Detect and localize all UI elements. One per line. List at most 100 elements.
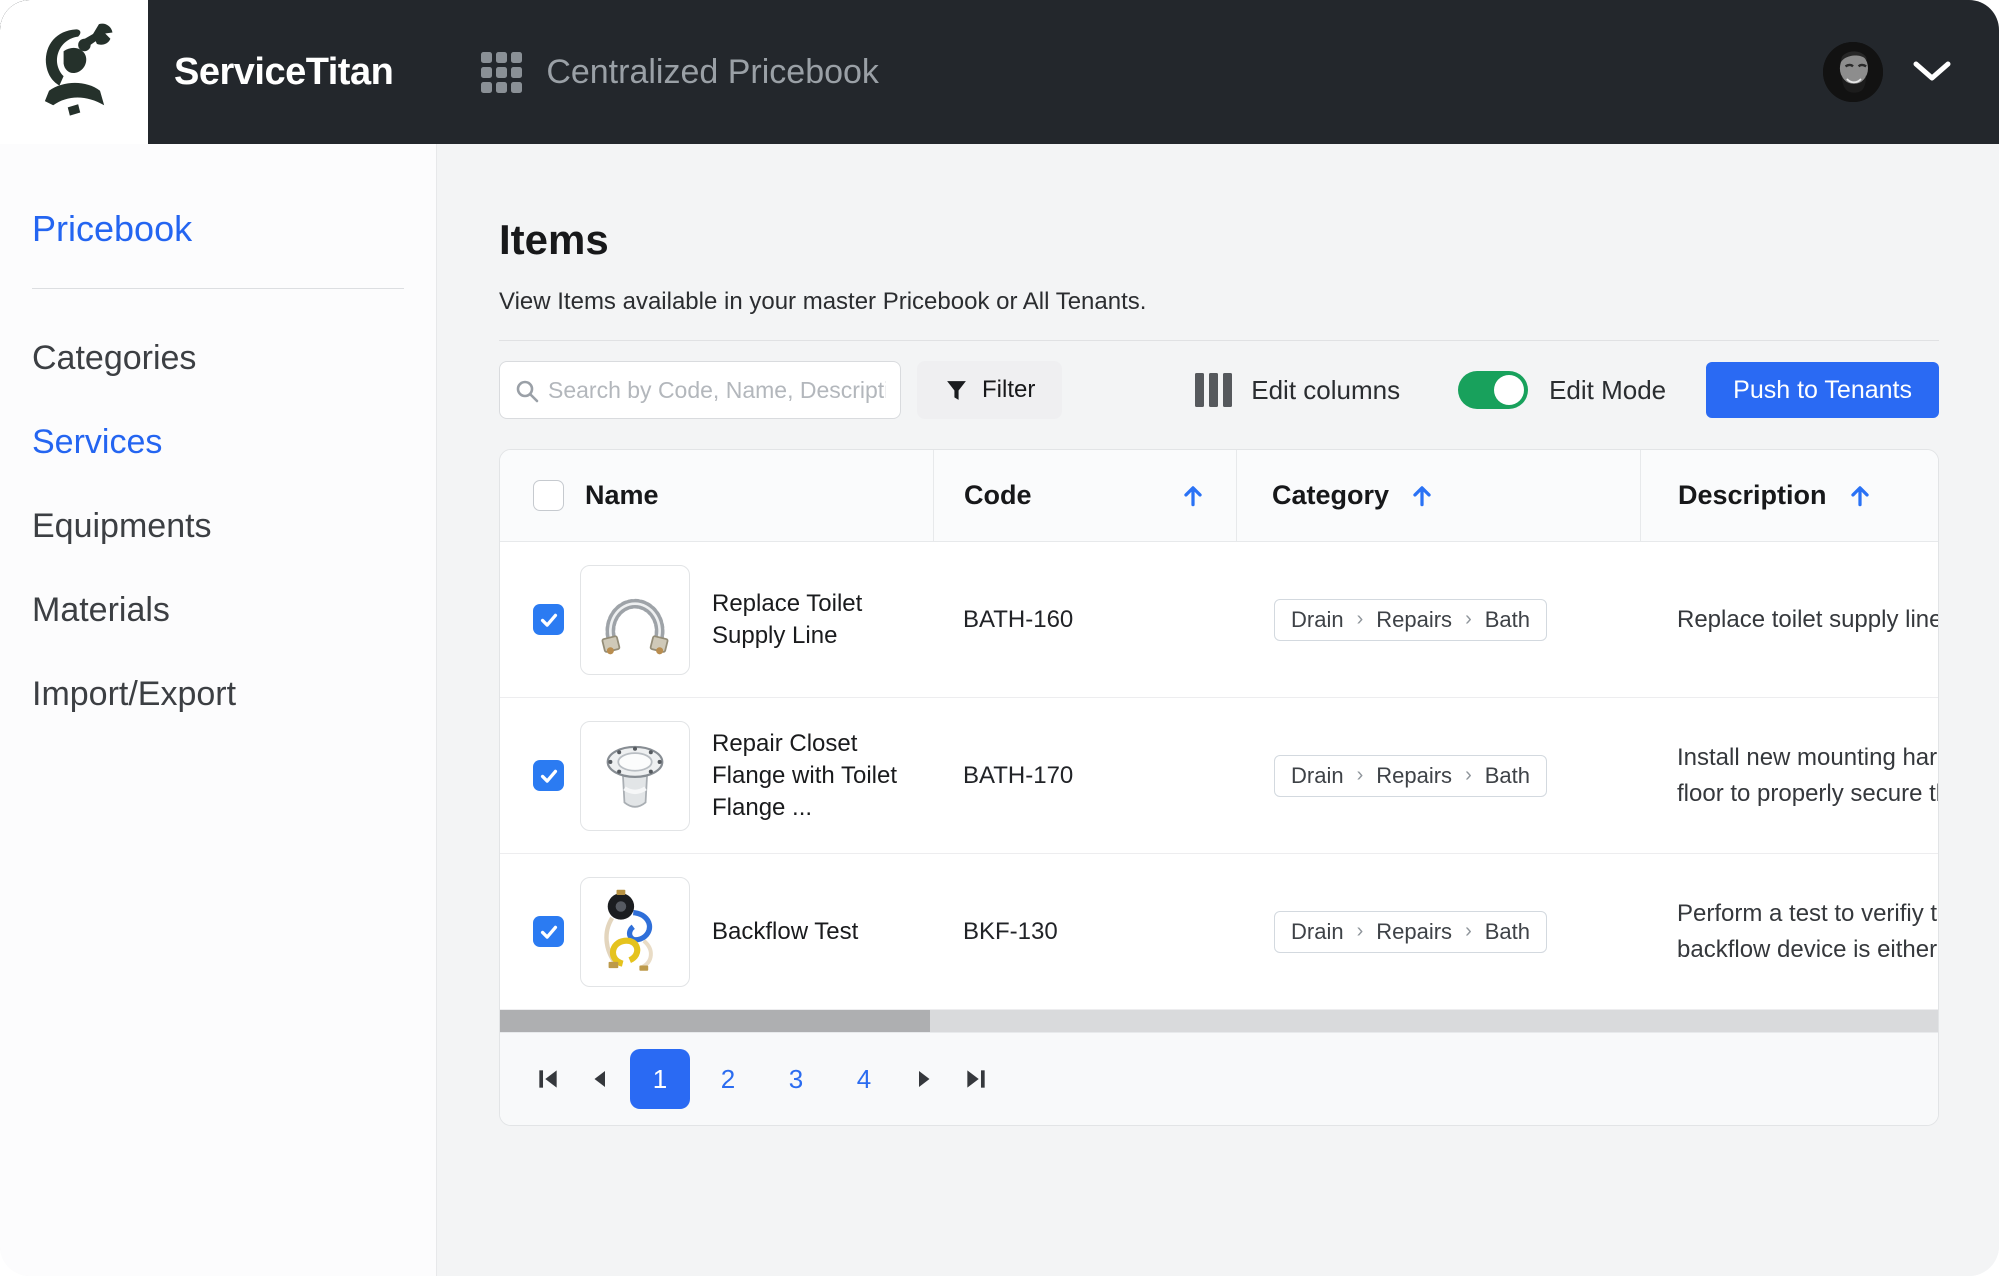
select-all-cell xyxy=(500,450,580,541)
sidebar-item-materials[interactable]: Materials xyxy=(32,591,404,630)
app-switcher-label: Centralized Pricebook xyxy=(546,53,879,92)
checkmark-icon xyxy=(538,765,560,787)
page-number-button[interactable]: 2 xyxy=(698,1049,758,1109)
column-header-code[interactable]: Code xyxy=(933,450,1236,541)
columns-icon xyxy=(1195,373,1232,407)
page-number-button[interactable]: 3 xyxy=(766,1049,826,1109)
chevron-right-separator xyxy=(1465,764,1472,787)
item-code: BATH-160 xyxy=(933,542,1236,697)
item-thumbnail xyxy=(580,877,690,987)
table-row: Repair Closet Flange with Toilet Flange … xyxy=(500,698,1938,854)
item-name: Backflow Test xyxy=(712,916,858,948)
row-checkbox[interactable] xyxy=(533,604,564,635)
item-name-cell: Backflow Test xyxy=(580,854,933,1009)
filter-button[interactable]: Filter xyxy=(917,361,1062,419)
item-category-cell: Drain Repairs Bath xyxy=(1236,854,1640,1009)
toggle-knob xyxy=(1494,375,1524,405)
brand-name: ServiceTitan xyxy=(174,51,393,94)
next-page-button[interactable] xyxy=(898,1053,950,1105)
checkmark-icon xyxy=(538,609,560,631)
header-right xyxy=(1823,42,1999,102)
chevron-right-separator xyxy=(1357,608,1364,631)
category-breadcrumb-chip: Drain Repairs Bath xyxy=(1274,911,1547,953)
chevron-right-separator xyxy=(1465,608,1472,631)
items-table-card: Name Code Category xyxy=(499,449,1939,1126)
app-grid-icon[interactable] xyxy=(481,52,522,93)
filter-label: Filter xyxy=(982,376,1035,404)
push-to-tenants-button[interactable]: Push to Tenants xyxy=(1706,362,1939,418)
first-page-icon xyxy=(535,1066,561,1092)
item-category-cell: Drain Repairs Bath xyxy=(1236,542,1640,697)
horizontal-scrollbar-track[interactable] xyxy=(500,1010,1938,1032)
sort-asc-arrow-icon xyxy=(1847,483,1873,509)
sidebar-item-equipments[interactable]: Equipments xyxy=(32,507,404,546)
item-thumbnail xyxy=(580,565,690,675)
page-number-button[interactable]: 1 xyxy=(630,1049,690,1109)
account-menu-chevron-down-icon[interactable] xyxy=(1913,61,1951,83)
sidebar-section-pricebook[interactable]: Pricebook xyxy=(32,208,404,250)
toolbar: Filter Edit columns Edit Mode Push to Te… xyxy=(499,361,1939,419)
item-thumbnail xyxy=(580,721,690,831)
item-code: BATH-170 xyxy=(933,698,1236,853)
sort-asc-arrow-icon xyxy=(1409,483,1435,509)
column-header-name[interactable]: Name xyxy=(580,450,933,541)
last-page-icon xyxy=(963,1066,989,1092)
table-footer: 1 2 3 4 xyxy=(500,1032,1938,1125)
row-select-cell xyxy=(500,542,580,697)
table-row: Replace Toilet Supply Line BATH-160 Drai… xyxy=(500,542,1938,698)
filter-funnel-icon xyxy=(944,378,969,403)
sidebar: Pricebook Categories Services Equipments… xyxy=(0,144,437,1276)
first-page-button[interactable] xyxy=(522,1053,574,1105)
search-input[interactable] xyxy=(499,361,901,419)
row-select-cell xyxy=(500,698,580,853)
user-avatar[interactable] xyxy=(1823,42,1883,102)
page-title: Items xyxy=(499,216,1939,264)
sidebar-divider xyxy=(32,288,404,289)
row-select-cell xyxy=(500,854,580,1009)
page-number-button[interactable]: 4 xyxy=(834,1049,894,1109)
search-field-wrap xyxy=(499,361,901,419)
app-window: ServiceTitan Centralized Pricebook xyxy=(0,0,1999,1276)
category-breadcrumb-chip: Drain Repairs Bath xyxy=(1274,599,1547,641)
closet-flange-photo xyxy=(591,732,679,820)
edit-columns-button[interactable]: Edit columns xyxy=(1195,373,1400,407)
row-checkbox[interactable] xyxy=(533,916,564,947)
item-name-cell: Repair Closet Flange with Toilet Flange … xyxy=(580,698,933,853)
app-switcher[interactable]: Centralized Pricebook xyxy=(481,52,879,93)
item-code: BKF-130 xyxy=(933,854,1236,1009)
item-description: Install new mounting hardware to the flo… xyxy=(1677,740,1938,812)
previous-page-button[interactable] xyxy=(574,1053,626,1105)
item-name: Repair Closet Flange with Toilet Flange … xyxy=(712,728,897,824)
titan-head-logo-icon xyxy=(22,20,126,124)
page-body: Pricebook Categories Services Equipments… xyxy=(0,144,1999,1276)
item-description: Perform a test to verifiy that the backf… xyxy=(1677,896,1938,968)
chevron-right-separator xyxy=(1465,920,1472,943)
page-subtitle: View Items available in your master Pric… xyxy=(499,288,1939,316)
edit-mode-label: Edit Mode xyxy=(1549,375,1666,406)
column-header-category[interactable]: Category xyxy=(1236,450,1640,541)
item-description: Replace toilet supply line xyxy=(1677,602,1938,638)
main-content: Items View Items available in your maste… xyxy=(437,144,1999,1276)
edit-mode-toggle[interactable] xyxy=(1458,371,1528,409)
content-divider xyxy=(499,340,1939,341)
item-description-cell: Replace toilet supply line xyxy=(1640,542,1938,697)
backflow-test-kit-photo xyxy=(591,888,679,976)
sidebar-item-services[interactable]: Services xyxy=(32,423,404,462)
table-row: Backflow Test BKF-130 Drain Repairs Bath xyxy=(500,854,1938,1010)
row-checkbox[interactable] xyxy=(533,760,564,791)
last-page-button[interactable] xyxy=(950,1053,1002,1105)
horizontal-scrollbar-thumb[interactable] xyxy=(500,1010,930,1032)
table-header-row: Name Code Category xyxy=(500,450,1938,542)
sidebar-item-import-export[interactable]: Import/Export xyxy=(32,675,404,714)
item-name: Replace Toilet Supply Line xyxy=(712,588,862,652)
item-category-cell: Drain Repairs Bath xyxy=(1236,698,1640,853)
checkmark-icon xyxy=(538,921,560,943)
select-all-checkbox[interactable] xyxy=(533,480,564,511)
edit-columns-label: Edit columns xyxy=(1251,375,1400,406)
previous-page-icon xyxy=(588,1067,612,1091)
sort-asc-arrow-icon xyxy=(1180,483,1206,509)
sidebar-item-categories[interactable]: Categories xyxy=(32,339,404,378)
top-navbar: ServiceTitan Centralized Pricebook xyxy=(0,0,1999,144)
column-header-description[interactable]: Description xyxy=(1640,450,1938,541)
item-name-cell: Replace Toilet Supply Line xyxy=(580,542,933,697)
